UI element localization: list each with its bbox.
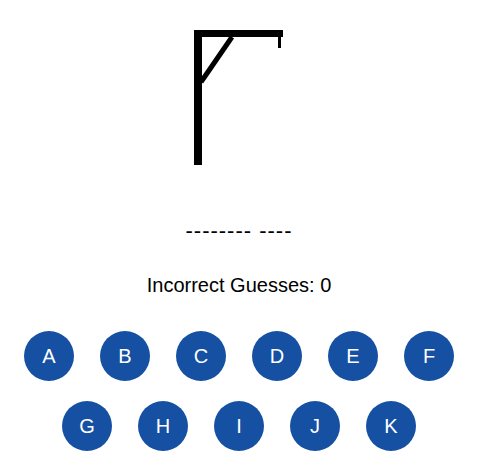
- letter-button[interactable]: H: [138, 401, 188, 451]
- word-display: -------- ----: [185, 218, 292, 244]
- keyboard-row: ABCDEF: [24, 331, 454, 381]
- keyboard-row: GHIJK: [62, 401, 416, 451]
- letter-button[interactable]: K: [366, 401, 416, 451]
- gallows-icon: [194, 28, 314, 168]
- letter-button[interactable]: D: [252, 331, 302, 381]
- letter-keyboard: ABCDEF GHIJK: [24, 331, 454, 451]
- incorrect-guesses: Incorrect Guesses: 0: [147, 273, 332, 297]
- hangman-screen: -------- ----Incorrect Guesses: 0ABCDEFG…: [0, 0, 478, 457]
- letter-button[interactable]: I: [214, 401, 264, 451]
- letter-button[interactable]: G: [62, 401, 112, 451]
- letter-button[interactable]: A: [24, 331, 74, 381]
- letter-button[interactable]: J: [290, 401, 340, 451]
- letter-button[interactable]: B: [100, 331, 150, 381]
- letter-button[interactable]: F: [404, 331, 454, 381]
- letter-button[interactable]: E: [328, 331, 378, 381]
- letter-button[interactable]: C: [176, 331, 226, 381]
